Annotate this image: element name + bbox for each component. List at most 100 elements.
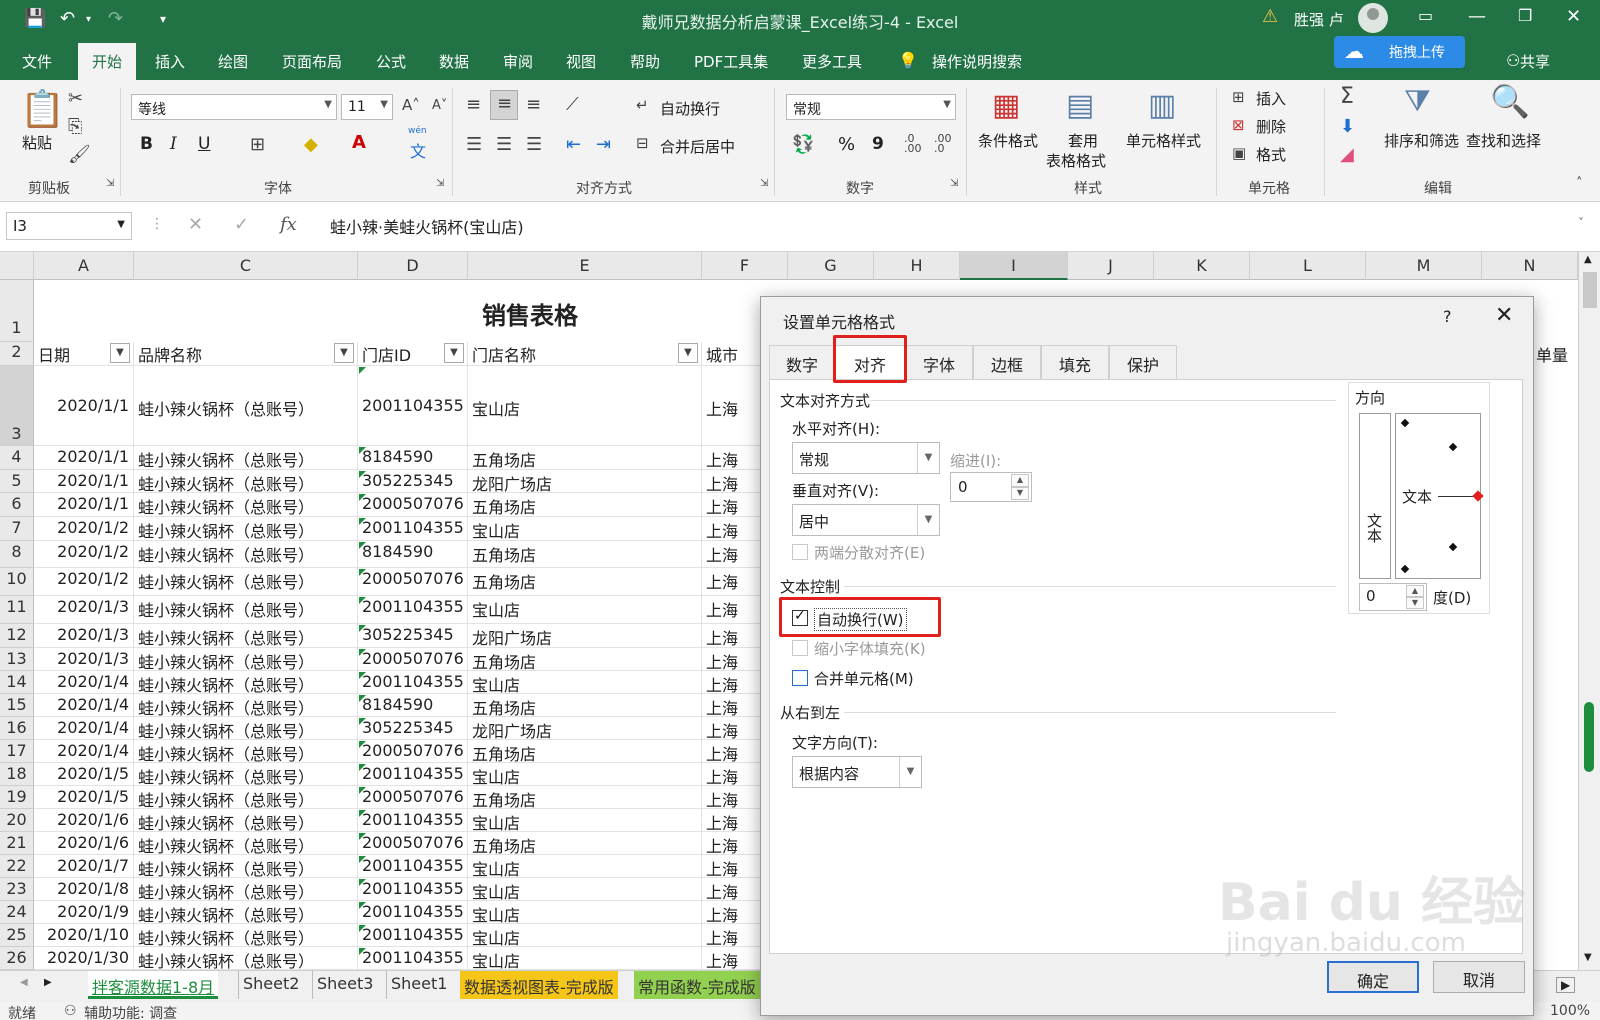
cell-store-id[interactable]: 305225345 — [358, 470, 468, 493]
filter-dropdown-icon[interactable]: ▼ — [444, 343, 464, 363]
orientation-handle[interactable] — [1472, 490, 1484, 502]
cell-store-name[interactable]: 宝山店 — [468, 924, 702, 947]
wrap-text-icon[interactable]: ↵ — [636, 96, 649, 114]
cell-store-name[interactable]: 宝山店 — [468, 517, 702, 541]
align-top-icon[interactable]: ≡ — [466, 94, 481, 115]
cell-store-name[interactable]: 宝山店 — [468, 901, 702, 924]
tab-help[interactable]: 帮助 — [630, 51, 660, 72]
cell-date[interactable]: 2020/1/7 — [34, 855, 134, 878]
cell-store-id[interactable]: 2000507076 — [358, 648, 468, 671]
cell-date[interactable]: 2020/1/30 — [34, 947, 134, 970]
cell-date[interactable]: 2020/1/2 — [34, 517, 134, 541]
cell-store-id[interactable]: 2001104355 — [358, 517, 468, 541]
cell-styles-icon[interactable]: ▥ — [1148, 88, 1176, 123]
header-n-partial[interactable]: 单量 — [1536, 342, 1578, 366]
vertical-scrollbar[interactable]: ▲ ▼ — [1578, 252, 1600, 970]
column-header-d[interactable]: D — [358, 252, 468, 280]
restore-button[interactable]: ❐ — [1518, 6, 1532, 25]
justify-distributed-checkbox[interactable] — [792, 544, 808, 560]
sheet-tab[interactable]: Sheet1 — [386, 971, 451, 999]
column-header-g[interactable]: G — [788, 252, 874, 280]
warning-icon[interactable]: ⚠ — [1262, 6, 1278, 27]
dialog-launcher-icon[interactable]: ⇲ — [106, 178, 114, 189]
cell-store-name[interactable]: 宝山店 — [468, 855, 702, 878]
find-select-icon[interactable]: 🔍 — [1490, 82, 1530, 120]
cell-store-id[interactable]: 2001104355 — [358, 763, 468, 786]
conditional-format-icon[interactable]: ▦ — [992, 88, 1020, 123]
cell-date[interactable]: 2020/1/1 — [34, 470, 134, 493]
cell-store-id[interactable]: 2000507076 — [358, 786, 468, 809]
spin-up-icon[interactable]: ▲ — [1406, 585, 1424, 597]
name-box[interactable]: I3 ▼ — [6, 212, 132, 240]
accounting-format-icon[interactable]: 💱 — [792, 134, 814, 155]
cell-brand[interactable]: 蛙小辣火锅杯（总账号） — [134, 624, 358, 648]
cell-brand[interactable]: 蛙小辣火锅杯（总账号） — [134, 901, 358, 924]
degrees-spinner[interactable]: 0 ▲ ▼ — [1359, 583, 1427, 611]
orientation-dial[interactable]: 文本 — [1395, 413, 1484, 579]
spin-up-icon[interactable]: ▲ — [1011, 474, 1029, 487]
tab-file[interactable]: 文件 — [22, 51, 52, 72]
cell-date[interactable]: 2020/1/3 — [34, 624, 134, 648]
cell-store-name[interactable]: 宝山店 — [468, 878, 702, 901]
align-bottom-icon[interactable]: ≡ — [526, 94, 541, 115]
header-store-name[interactable]: 门店名称 — [468, 342, 702, 366]
cell-brand[interactable]: 蛙小辣火锅杯（总账号） — [134, 671, 358, 694]
avatar[interactable] — [1358, 3, 1388, 33]
cell-date[interactable]: 2020/1/4 — [34, 740, 134, 763]
cell-brand[interactable]: 蛙小辣火锅杯（总账号） — [134, 878, 358, 901]
cell-brand[interactable]: 蛙小辣火锅杯（总账号） — [134, 809, 358, 832]
indent-spinner[interactable]: 0 ▲ ▼ — [950, 472, 1032, 502]
cell-brand[interactable]: 蛙小辣火锅杯（总账号） — [134, 717, 358, 740]
align-right-icon[interactable]: ☰ — [526, 134, 542, 155]
row-header[interactable]: 25 — [0, 924, 34, 947]
increase-decimal-icon[interactable]: .0 .00 — [904, 133, 922, 154]
scroll-right-icon[interactable]: ▶ — [44, 977, 52, 988]
find-select-button[interactable]: 查找和选择 — [1466, 130, 1541, 151]
header-brand[interactable]: 品牌名称 — [134, 342, 358, 366]
decrease-indent-icon[interactable]: ⇤ — [566, 134, 581, 155]
tab-fill[interactable]: 填充 — [1041, 345, 1109, 379]
cell-store-name[interactable]: 五角场店 — [468, 740, 702, 763]
filter-dropdown-icon[interactable]: ▼ — [678, 343, 698, 363]
merge-cells-label[interactable]: 合并单元格(M) — [814, 668, 914, 689]
tab-insert[interactable]: 插入 — [155, 51, 185, 72]
tell-me-search[interactable]: 操作说明搜索 — [932, 51, 1022, 72]
formula-input[interactable]: 蛙小辣·美蛙火锅杯(宝山店) — [330, 214, 524, 238]
spin-down-icon[interactable]: ▼ — [1011, 487, 1029, 500]
cell-store-name[interactable]: 龙阳广场店 — [468, 624, 702, 648]
font-color-icon[interactable]: A — [352, 132, 366, 153]
insert-cells-icon[interactable]: ⊞ — [1232, 88, 1245, 106]
tab-formulas[interactable]: 公式 — [376, 51, 406, 72]
scroll-down-icon[interactable]: ▼ — [1584, 952, 1592, 963]
cell-store-id[interactable]: 2000507076 — [358, 740, 468, 763]
cancel-formula-icon[interactable]: ✕ — [188, 214, 203, 235]
cell-store-id[interactable]: 8184590 — [358, 694, 468, 717]
cell-brand[interactable]: 蛙小辣火锅杯（总账号） — [134, 517, 358, 541]
cell-store-id[interactable]: 8184590 — [358, 446, 468, 470]
expand-formula-icon[interactable]: ˅ — [1578, 216, 1584, 230]
increase-indent-icon[interactable]: ⇥ — [596, 134, 611, 155]
text-direction-select[interactable]: 根据内容 ▼ — [792, 756, 922, 788]
row-header[interactable]: 21 — [0, 832, 34, 855]
collapse-ribbon-icon[interactable]: ˄ — [1576, 176, 1583, 191]
cell-brand[interactable]: 蛙小辣火锅杯（总账号） — [134, 446, 358, 470]
cell-store-name[interactable]: 宝山店 — [468, 366, 702, 446]
cell-store-id[interactable]: 2001104355 — [358, 947, 468, 970]
close-window-button[interactable]: ✕ — [1566, 6, 1581, 27]
fill-color-icon[interactable]: ◆ — [304, 134, 318, 155]
cell-date[interactable]: 2020/1/1 — [34, 446, 134, 470]
dialog-launcher-icon[interactable]: ⇲ — [950, 178, 958, 189]
tab-protection[interactable]: 保护 — [1109, 345, 1177, 379]
tab-review[interactable]: 审阅 — [503, 51, 533, 72]
delete-cells-icon[interactable]: ⊠ — [1232, 116, 1245, 134]
cell-store-name[interactable]: 五角场店 — [468, 832, 702, 855]
cell-store-name[interactable]: 宝山店 — [468, 596, 702, 624]
cell-store-name[interactable]: 宝山店 — [468, 947, 702, 970]
cell-store-id[interactable]: 2001104355 — [358, 855, 468, 878]
cell-date[interactable]: 2020/1/6 — [34, 832, 134, 855]
cell-store-id[interactable]: 2001104355 — [358, 924, 468, 947]
tab-home[interactable]: 开始 — [78, 43, 137, 80]
column-header-e[interactable]: E — [468, 252, 702, 280]
cell-store-id[interactable]: 2001104355 — [358, 671, 468, 694]
align-center-icon[interactable]: ☰ — [496, 134, 512, 155]
